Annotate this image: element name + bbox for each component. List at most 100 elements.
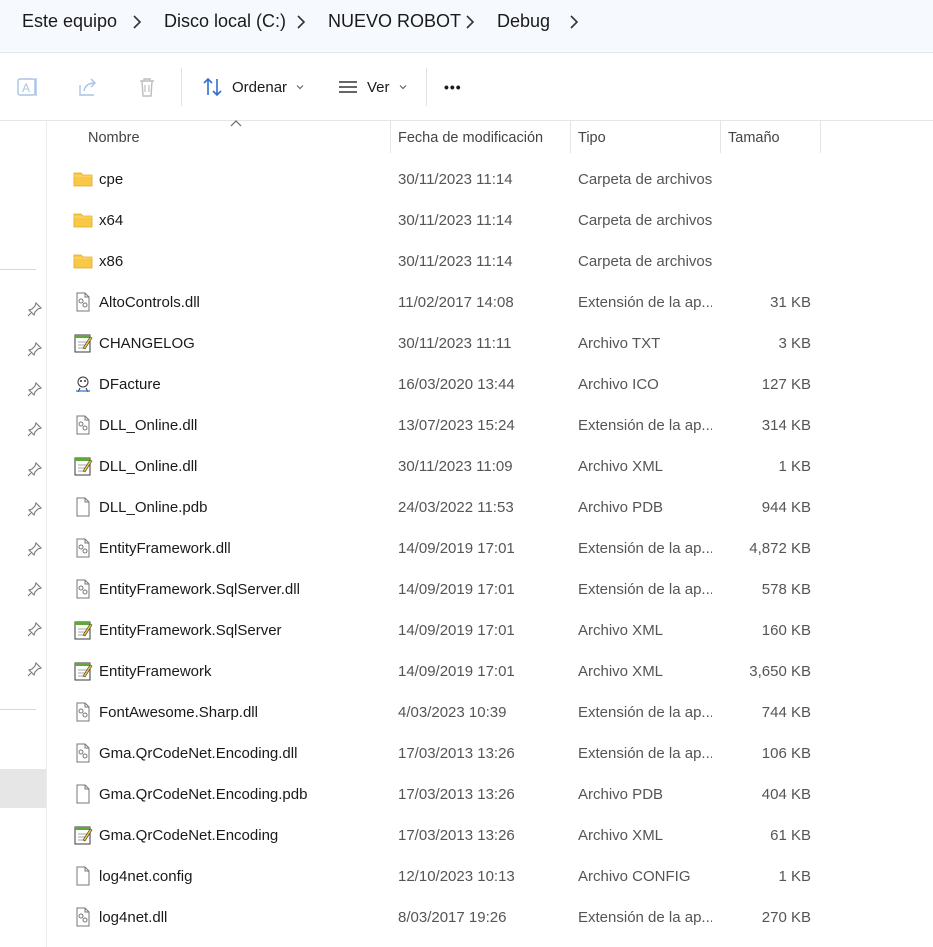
nav-divider [0,269,36,270]
pin-icon [27,581,43,597]
sort-button[interactable]: Ordenar [200,71,305,103]
file-row[interactable]: DFacture 16/03/2020 13:44 Archivo ICO 127 K… [48,364,933,405]
file-type: Archivo CONFIG [578,868,691,885]
folder-icon [73,251,93,271]
file-type: Extensión de la ap... [578,581,712,598]
dll-file-icon [73,907,93,927]
trash-icon [134,74,160,100]
file-row[interactable]: Gma.QrCodeNet.Encoding 17/03/2013 13:26 Ar… [48,815,933,856]
file-date: 30/11/2023 11:14 [398,212,513,229]
file-name: x64 [99,212,124,229]
file-type: Archivo PDB [578,786,664,803]
chevron-right-icon[interactable] [130,14,144,30]
column-header-size[interactable]: Tamaño [721,121,820,153]
svg-text:A: A [22,81,30,95]
rename-button[interactable]: A [15,71,41,103]
dll-file-icon [73,743,93,763]
file-size: 944 KB [761,499,811,516]
file-type: Carpeta de archivos [578,253,712,270]
chevron-right-icon[interactable] [463,14,477,30]
pin-icon [27,421,43,437]
notepad-file-icon [73,825,93,845]
ico-file-icon [73,374,93,394]
breadcrumb-disco-local[interactable]: Disco local (C:) [164,11,286,32]
rename-icon: A [15,74,41,100]
file-type: Archivo XML [578,663,664,680]
file-row[interactable]: x64 30/11/2023 11:14 Carpeta de archivos [48,200,933,241]
view-label: Ver [367,78,390,96]
file-row[interactable]: x86 30/11/2023 11:14 Carpeta de archivos [48,241,933,282]
file-name: EntityFramework [99,663,212,680]
breadcrumb-este-equipo[interactable]: Este equipo [22,11,117,32]
nav-selected-item[interactable] [0,769,46,808]
file-size: 744 KB [761,704,811,721]
file-name: log4net.config [99,868,193,885]
column-header-date[interactable]: Fecha de modificación [391,121,570,153]
notepad-file-icon [73,620,93,640]
file-name: x86 [99,253,124,270]
pin-icon [27,541,43,557]
file-name: log4net.dll [99,909,168,926]
share-button[interactable] [75,71,101,103]
file-name: DLL_Online.dll [99,417,198,434]
column-header-name[interactable]: Nombre [48,121,390,153]
file-row[interactable]: EntityFramework 14/09/2019 17:01 Archivo X… [48,651,933,692]
view-button[interactable]: Ver [335,71,408,103]
column-divider[interactable] [820,121,821,153]
file-row[interactable]: cpe 30/11/2023 11:14 Carpeta de archivos [48,159,933,200]
file-row[interactable]: EntityFramework.SqlServer.dll 14/09/2019 … [48,569,933,610]
file-date: 12/10/2023 10:13 [398,868,515,885]
file-size: 578 KB [761,581,811,598]
file-type: Carpeta de archivos [578,171,712,188]
file-date: 11/02/2017 14:08 [398,294,514,311]
file-row[interactable]: DLL_Online.pdb 24/03/2022 11:53 Archivo PD… [48,487,933,528]
column-header-date-label: Fecha de modificación [398,130,544,146]
file-row[interactable]: log4net.config 12/10/2023 10:13 Archivo CO… [48,856,933,897]
pin-icon [27,621,43,637]
toolbar-divider [181,68,182,106]
file-row[interactable]: EntityFramework.dll 14/09/2019 17:01 Exten… [48,528,933,569]
file-row[interactable]: DLL_Online.dll 13/07/2023 15:24 Extensión … [48,405,933,446]
folder-icon [73,169,93,189]
file-size: 1 KB [778,868,811,885]
notepad-file-icon [73,661,93,681]
file-type: Archivo PDB [578,499,664,516]
file-date: 30/11/2023 11:14 [398,253,513,270]
file-type: Extensión de la ap... [578,745,712,762]
delete-button[interactable] [134,71,160,103]
file-name: EntityFramework.SqlServer [99,622,282,639]
file-row[interactable]: AltoControls.dll 11/02/2017 14:08 Extensió… [48,282,933,323]
file-name: CHANGELOG [99,335,195,352]
file-type: Extensión de la ap... [578,294,712,311]
pin-icon [27,341,43,357]
breadcrumb-nuevo-robot[interactable]: NUEVO ROBOT [328,11,461,32]
file-row[interactable]: Gma.QrCodeNet.Encoding.dll 17/03/2013 13:… [48,733,933,774]
file-size: 61 KB [770,827,811,844]
file-row[interactable]: DLL_Online.dll 30/11/2023 11:09 Archivo XM… [48,446,933,487]
file-row[interactable]: EntityFramework.SqlServer 14/09/2019 17:0… [48,610,933,651]
file-size: 3,650 KB [749,663,811,680]
navigation-pane [0,121,47,947]
file-type: Archivo XML [578,458,664,475]
chevron-down-icon [399,85,406,90]
chevron-right-icon[interactable] [567,14,581,30]
file-row[interactable]: log4net.dll 8/03/2017 19:26 Extensión de l… [48,897,933,938]
file-row[interactable]: CHANGELOG 30/11/2023 11:11 Archivo TXT 3 KB [48,323,933,364]
address-bar[interactable]: Este equipo Disco local (C:) NUEVO ROBOT… [0,0,933,53]
file-date: 8/03/2017 19:26 [398,909,507,926]
chevron-down-icon [296,85,304,90]
chevron-right-icon[interactable] [294,14,308,30]
file-name: AltoControls.dll [99,294,200,311]
column-header-name-label: Nombre [88,130,140,146]
breadcrumb-debug[interactable]: Debug [497,11,550,32]
more-options-button[interactable]: ••• [444,71,462,103]
sort-arrows-icon [200,74,226,100]
column-header-type-label: Tipo [578,130,606,146]
file-row[interactable]: FontAwesome.Sharp.dll 4/03/2023 10:39 Exte… [48,692,933,733]
column-header-type[interactable]: Tipo [571,121,720,153]
toolbar-divider [426,68,427,106]
file-date: 17/03/2013 13:26 [398,745,515,762]
file-type: Archivo ICO [578,376,659,393]
file-row[interactable]: Gma.QrCodeNet.Encoding.pdb 17/03/2013 13:… [48,774,933,815]
file-name: FontAwesome.Sharp.dll [99,704,258,721]
